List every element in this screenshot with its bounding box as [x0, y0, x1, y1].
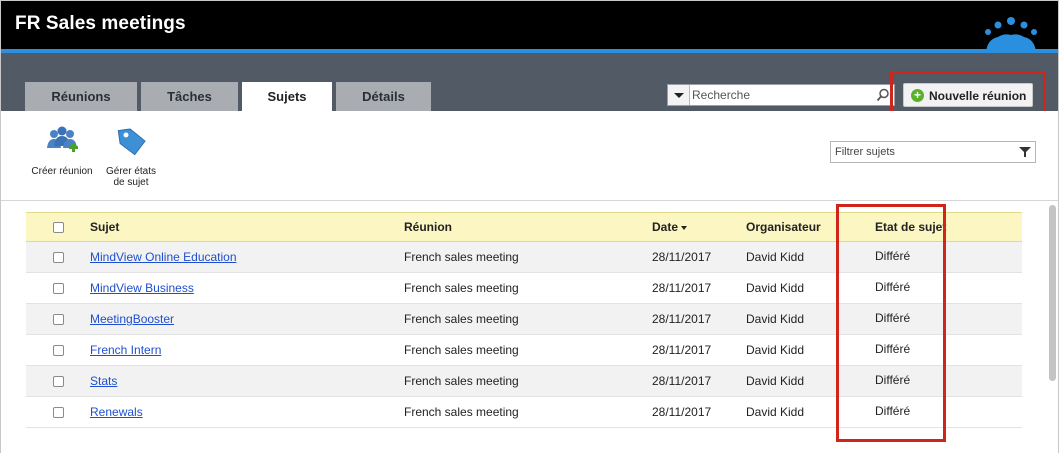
vertical-scrollbar[interactable] — [1046, 201, 1058, 453]
date-cell: 28/11/2017 — [652, 272, 746, 304]
tab-reunions[interactable]: Réunions — [25, 82, 137, 111]
row-checkbox[interactable] — [52, 314, 64, 326]
subjects-table: Sujet Réunion Date Organisateur Etat de … — [26, 212, 1022, 428]
organizer-cell: David Kidd — [746, 334, 856, 366]
col-header-date-cell[interactable]: Date — [652, 212, 746, 242]
col-header-state[interactable]: Etat de sujet — [856, 212, 1022, 242]
plus-icon: + — [911, 89, 924, 102]
date-cell: 28/11/2017 — [652, 365, 746, 397]
state-cell: Différé — [856, 365, 1022, 397]
date-cell: 28/11/2017 — [652, 303, 746, 335]
organizer-cell: David Kidd — [746, 272, 856, 304]
select-all-checkbox[interactable] — [52, 222, 64, 234]
row-checkbox[interactable] — [52, 376, 64, 388]
create-meeting-label: Créer réunion — [31, 166, 93, 177]
tab-sujets[interactable]: Sujets — [242, 82, 332, 111]
subjects-grid: Sujet Réunion Date Organisateur Etat de … — [1, 201, 1058, 453]
state-cell: Différé — [856, 272, 1022, 304]
state-cell: Différé — [856, 241, 1022, 273]
subject-link[interactable]: Stats — [90, 374, 117, 388]
state-cell: Différé — [856, 303, 1022, 335]
row-checkbox[interactable] — [52, 407, 64, 419]
tab-details[interactable]: Détails — [336, 82, 431, 111]
col-header-subject[interactable]: Sujet — [90, 212, 404, 242]
col-header-organizer[interactable]: Organisateur — [746, 212, 856, 242]
title-bar: FR Sales meetings — [1, 1, 1058, 51]
search-icon[interactable] — [876, 88, 890, 102]
meeting-cell: French sales meeting — [404, 303, 652, 335]
nav-band: Réunions Tâches Sujets Détails + Nouvell… — [1, 53, 1058, 111]
organizer-cell: David Kidd — [746, 365, 856, 397]
meeting-cell: French sales meeting — [404, 365, 652, 397]
new-meeting-label: Nouvelle réunion — [929, 89, 1027, 103]
create-meeting-icon — [47, 126, 78, 152]
filter-subjects — [830, 141, 1036, 163]
tab-taches[interactable]: Tâches — [141, 82, 238, 111]
create-meeting-button[interactable]: Créer réunion — [29, 126, 95, 177]
search-box — [667, 84, 895, 106]
row-checkbox[interactable] — [52, 252, 64, 264]
state-cell: Différé — [856, 396, 1022, 428]
col-header-date: Date — [652, 220, 679, 234]
table-row[interactable]: MeetingBooster French sales meeting 28/1… — [26, 303, 1022, 335]
scrollbar-thumb[interactable] — [1049, 205, 1056, 381]
search-scope-dropdown[interactable] — [668, 85, 690, 105]
subject-link[interactable]: Renewals — [90, 405, 143, 419]
row-checkbox[interactable] — [52, 345, 64, 357]
toolbar: Créer réunion Gérer états de sujet — [1, 111, 1058, 201]
new-meeting-button[interactable]: + Nouvelle réunion — [903, 83, 1033, 107]
filter-subjects-input[interactable] — [835, 144, 1015, 160]
date-cell: 28/11/2017 — [652, 396, 746, 428]
table-header-row: Sujet Réunion Date Organisateur Etat de … — [26, 212, 1022, 242]
filter-funnel-icon[interactable] — [1019, 146, 1031, 158]
date-cell: 28/11/2017 — [652, 241, 746, 273]
meeting-cell: French sales meeting — [404, 334, 652, 366]
people-logo-icon — [985, 17, 1037, 51]
manage-states-label-line2: de sujet — [113, 177, 149, 188]
tag-icon — [117, 128, 146, 156]
organizer-cell: David Kidd — [746, 241, 856, 273]
row-checkbox[interactable] — [52, 283, 64, 295]
subject-link[interactable]: MindView Business — [90, 281, 194, 295]
table-row[interactable]: French Intern French sales meeting 28/11… — [26, 334, 1022, 366]
table-row[interactable]: Renewals French sales meeting 28/11/2017… — [26, 396, 1022, 428]
manage-states-button[interactable]: Gérer états de sujet — [101, 126, 161, 188]
meeting-cell: French sales meeting — [404, 396, 652, 428]
subject-link[interactable]: MeetingBooster — [90, 312, 174, 326]
app-title: FR Sales meetings — [15, 13, 186, 34]
col-header-meeting[interactable]: Réunion — [404, 212, 652, 242]
select-all-cell — [26, 212, 90, 242]
table-row[interactable]: Stats French sales meeting 28/11/2017 Da… — [26, 365, 1022, 397]
sort-desc-icon — [681, 225, 688, 230]
organizer-cell: David Kidd — [746, 396, 856, 428]
search-input[interactable] — [692, 86, 872, 104]
subject-link[interactable]: MindView Online Education — [90, 250, 237, 264]
date-cell: 28/11/2017 — [652, 334, 746, 366]
meeting-cell: French sales meeting — [404, 272, 652, 304]
subject-link[interactable]: French Intern — [90, 343, 161, 357]
organizer-cell: David Kidd — [746, 303, 856, 335]
manage-states-label-line1: Gérer états — [105, 166, 157, 177]
table-row[interactable]: MindView Online Education French sales m… — [26, 241, 1022, 273]
state-cell: Différé — [856, 334, 1022, 366]
table-row[interactable]: MindView Business French sales meeting 2… — [26, 272, 1022, 304]
meeting-cell: French sales meeting — [404, 241, 652, 273]
